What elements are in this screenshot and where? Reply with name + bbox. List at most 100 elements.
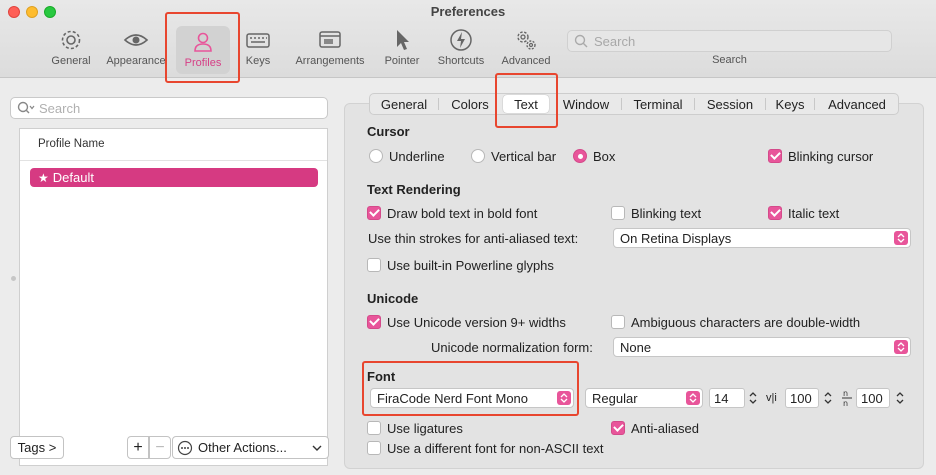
font-size-value: 14 bbox=[714, 390, 729, 406]
toolbar-search-input[interactable]: Search bbox=[567, 30, 892, 52]
toolbar-search-caption: Search bbox=[712, 54, 747, 66]
vertical-spacing-stepper[interactable] bbox=[822, 388, 834, 408]
profile-search-placeholder: Search bbox=[39, 100, 81, 116]
non-ascii-font-checkbox[interactable] bbox=[367, 441, 381, 455]
chevron-updown-icon bbox=[894, 231, 908, 245]
search-icon bbox=[574, 34, 588, 48]
cursor-section-title: Cursor bbox=[367, 124, 410, 139]
search-icon bbox=[17, 101, 35, 114]
stepper-icon bbox=[749, 392, 757, 404]
toolbar-appearance-label: Appearance bbox=[106, 55, 166, 67]
unicode-v9-checkbox[interactable] bbox=[367, 315, 381, 329]
bold-font-label: Draw bold text in bold font bbox=[387, 206, 538, 221]
chevron-updown-icon bbox=[686, 391, 700, 405]
profile-search-input[interactable]: Search bbox=[10, 97, 328, 119]
tags-button[interactable]: Tags > bbox=[10, 436, 64, 459]
lightning-icon bbox=[450, 29, 472, 51]
font-section-title: Font bbox=[367, 369, 396, 384]
ellipsis-circle-icon bbox=[177, 440, 193, 455]
toolbar-pointer-label: Pointer bbox=[384, 55, 420, 67]
tab-colors[interactable]: Colors bbox=[439, 94, 501, 114]
profiles-highlight-box bbox=[165, 12, 240, 83]
toolbar-pointer[interactable]: Pointer bbox=[380, 24, 424, 76]
windows-icon bbox=[319, 31, 341, 48]
unicode-v9-label: Use Unicode version 9+ widths bbox=[387, 315, 566, 330]
stepper-icon bbox=[824, 392, 832, 404]
toolbar-shortcuts[interactable]: Shortcuts bbox=[432, 24, 490, 76]
profile-row[interactable]: ★ Default bbox=[30, 168, 318, 187]
tab-general[interactable]: General bbox=[370, 94, 438, 114]
powerline-glyphs-checkbox[interactable] bbox=[367, 258, 381, 272]
toolbar-shortcuts-label: Shortcuts bbox=[437, 55, 485, 67]
anti-aliased-checkbox[interactable] bbox=[611, 421, 625, 435]
other-actions-label: Other Actions... bbox=[198, 440, 287, 455]
toolbar-search-placeholder: Search bbox=[594, 33, 636, 49]
thin-strokes-popup[interactable]: On Retina Displays bbox=[613, 228, 911, 248]
chevron-down-icon bbox=[312, 445, 322, 451]
italic-text-checkbox[interactable] bbox=[768, 206, 782, 220]
cursor-box-label: Box bbox=[593, 149, 616, 164]
profile-list: Profile Name ★ Default bbox=[19, 128, 328, 466]
blinking-text-checkbox[interactable] bbox=[611, 206, 625, 220]
ambiguous-width-checkbox[interactable] bbox=[611, 315, 625, 329]
horizontal-spacing-value: 100 bbox=[861, 390, 883, 406]
window-title: Preferences bbox=[430, 4, 506, 19]
cursor-box-radio[interactable] bbox=[573, 149, 587, 163]
remove-profile-button[interactable]: − bbox=[149, 436, 171, 459]
toolbar-general-label: General bbox=[51, 55, 91, 67]
thin-strokes-label: Use thin strokes for anti-aliased text: bbox=[368, 231, 579, 246]
cursor-vertical-bar-radio[interactable] bbox=[471, 149, 485, 163]
profile-row-name: Default bbox=[52, 170, 94, 185]
ligatures-checkbox[interactable] bbox=[367, 421, 381, 435]
vertical-spacing-field[interactable]: 100 bbox=[785, 388, 819, 408]
ambiguous-width-label: Ambiguous characters are double-width bbox=[631, 315, 861, 330]
horizontal-spacing-field[interactable]: 100 bbox=[856, 388, 890, 408]
text-rendering-section-title: Text Rendering bbox=[367, 182, 461, 197]
star-icon: ★ bbox=[38, 170, 49, 185]
vertical-spacing-icon: v|i bbox=[766, 392, 777, 404]
cursor-underline-radio[interactable] bbox=[369, 149, 383, 163]
font-style-value: Regular bbox=[592, 390, 638, 406]
font-family-value: FiraCode Nerd Font Mono bbox=[377, 390, 529, 406]
blinking-cursor-label: Blinking cursor bbox=[788, 149, 874, 164]
pointer-icon bbox=[397, 30, 409, 50]
bold-font-checkbox[interactable] bbox=[367, 206, 381, 220]
normalization-label: Unicode normalization form: bbox=[431, 340, 593, 355]
gears-icon bbox=[517, 31, 536, 50]
tab-terminal[interactable]: Terminal bbox=[622, 94, 694, 114]
eye-icon bbox=[123, 34, 149, 46]
split-drag-handle[interactable] bbox=[11, 276, 16, 281]
blinking-cursor-checkbox[interactable] bbox=[768, 149, 782, 163]
toolbar-advanced[interactable]: Advanced bbox=[496, 24, 556, 76]
chevron-updown-icon bbox=[557, 391, 571, 405]
toolbar-keys[interactable]: Keys bbox=[238, 24, 278, 76]
font-size-stepper[interactable] bbox=[747, 388, 759, 408]
profile-name-column-header[interactable]: Profile Name bbox=[20, 129, 327, 161]
tab-session[interactable]: Session bbox=[695, 94, 765, 114]
unicode-section-title: Unicode bbox=[367, 291, 419, 306]
cursor-vertical-bar-label: Vertical bar bbox=[491, 149, 557, 164]
add-profile-button[interactable]: + bbox=[127, 436, 149, 459]
horizontal-spacing-stepper[interactable] bbox=[894, 388, 906, 408]
tab-advanced[interactable]: Advanced bbox=[815, 94, 899, 114]
svg-text:n: n bbox=[843, 399, 848, 408]
blinking-text-label: Blinking text bbox=[631, 206, 702, 221]
toolbar-keys-label: Keys bbox=[245, 55, 271, 67]
toolbar-general[interactable]: General bbox=[46, 24, 96, 76]
normalization-value: None bbox=[620, 339, 652, 355]
italic-text-label: Italic text bbox=[788, 206, 840, 221]
keyboard-icon bbox=[246, 33, 270, 48]
non-ascii-font-label: Use a different font for non-ASCII text bbox=[387, 441, 604, 456]
toolbar-appearance[interactable]: Appearance bbox=[102, 24, 170, 76]
other-actions-menu[interactable]: Other Actions... bbox=[172, 436, 329, 459]
font-size-field[interactable]: 14 bbox=[709, 388, 745, 408]
toolbar-arrangements[interactable]: Arrangements bbox=[290, 24, 370, 76]
tab-window[interactable]: Window bbox=[551, 94, 621, 114]
ligatures-label: Use ligatures bbox=[387, 421, 463, 436]
thin-strokes-value: On Retina Displays bbox=[620, 230, 732, 246]
normalization-popup[interactable]: None bbox=[613, 337, 911, 357]
font-style-popup[interactable]: Regular bbox=[585, 388, 703, 408]
tab-keys[interactable]: Keys bbox=[766, 94, 814, 114]
font-family-popup[interactable]: FiraCode Nerd Font Mono bbox=[370, 388, 574, 408]
powerline-glyphs-label: Use built-in Powerline glyphs bbox=[387, 258, 554, 273]
